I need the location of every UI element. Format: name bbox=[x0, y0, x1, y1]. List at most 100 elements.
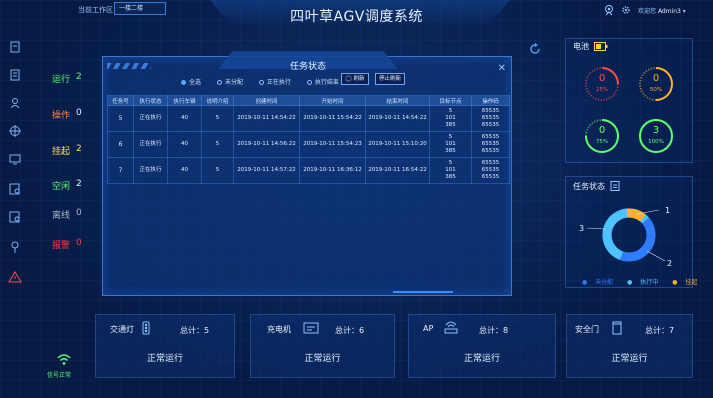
target-node: 5 bbox=[448, 134, 453, 140]
filter-finished[interactable]: 执行结束 bbox=[306, 77, 339, 86]
decor-line bbox=[393, 291, 453, 293]
document-edit-icon[interactable] bbox=[8, 40, 22, 54]
card-charger[interactable]: 充电机 总计：6 正常运行 bbox=[250, 314, 395, 378]
card-name: 安全门 bbox=[575, 325, 599, 334]
modal-title: 任务状态 bbox=[289, 62, 326, 72]
cell-target: 5 101 385 bbox=[429, 105, 472, 132]
card-total: 总计：6 bbox=[335, 326, 365, 335]
op-code: 65535 bbox=[481, 115, 500, 121]
col-target[interactable]: 目标节点 bbox=[429, 95, 472, 106]
col-task-id[interactable]: 任务号 bbox=[107, 95, 134, 106]
op-code: 65535 bbox=[481, 108, 500, 114]
target-icon[interactable] bbox=[8, 124, 22, 138]
task-status-modal: 任务状态 ✕ 全选 未分配 正在执行 执行结束 ◯ 刷新 停止刷新 任务号 执行… bbox=[102, 51, 512, 296]
radio-dot bbox=[306, 80, 312, 85]
user-badge-icon[interactable] bbox=[603, 4, 615, 16]
card-name: 充电机 bbox=[267, 325, 291, 334]
battery-gauge bbox=[639, 67, 673, 101]
cell-opcode: 65535 65535 65535 bbox=[471, 105, 510, 132]
task-status-title: 任务状态 bbox=[573, 182, 605, 191]
card-total: 总计：7 bbox=[645, 326, 675, 335]
col-start[interactable]: 开始时间 bbox=[299, 95, 366, 106]
welcome-text[interactable]: 欢迎您 Admin3 ▾ bbox=[638, 6, 686, 15]
donut-label-left: 3 bbox=[579, 224, 584, 233]
filter-unassigned[interactable]: 未分配 bbox=[216, 77, 243, 86]
cell-created: 2019-10-11 14:57:22 bbox=[233, 157, 300, 184]
card-traffic-light[interactable]: 交通灯 总计：5 正常运行 bbox=[95, 314, 235, 378]
status-label: 运行 bbox=[52, 75, 71, 85]
cell-status: 正在执行 bbox=[133, 157, 168, 184]
cell-vehicle: 40 bbox=[167, 157, 202, 184]
legend-label: 挂起 bbox=[685, 279, 698, 286]
col-desc[interactable]: 说明介绍 bbox=[201, 95, 234, 106]
cell-end: 2019-10-11 14:54:22 bbox=[365, 105, 430, 132]
refresh-button[interactable]: ◯ 刷新 bbox=[341, 73, 369, 85]
location-icon[interactable] bbox=[8, 240, 22, 254]
card-status: 正常运行 bbox=[463, 354, 500, 364]
cell-id: 5 bbox=[107, 105, 134, 132]
target-node: 385 bbox=[445, 122, 456, 128]
settings-file-icon[interactable] bbox=[8, 182, 22, 196]
legend-label: 未分配 bbox=[595, 279, 614, 286]
legend-item: ● 挂起 bbox=[672, 279, 698, 286]
refresh-icon[interactable] bbox=[528, 42, 542, 56]
username: Admin3 bbox=[657, 8, 681, 15]
cell-end: 2019-10-11 15:10:20 bbox=[365, 131, 430, 158]
gear-icon[interactable] bbox=[620, 4, 632, 16]
door-icon bbox=[612, 321, 622, 335]
stop-refresh-button[interactable]: 停止刷新 bbox=[375, 73, 405, 85]
cell-start: 2019-10-11 16:36:12 bbox=[299, 157, 366, 184]
cell-opcode: 65535 65535 65535 bbox=[471, 157, 510, 184]
user-manage-icon[interactable] bbox=[8, 96, 22, 110]
battery-icon bbox=[594, 42, 608, 51]
filter-all[interactable]: 全选 bbox=[181, 77, 201, 86]
cell-status: 正在执行 bbox=[133, 131, 168, 158]
warning-icon[interactable] bbox=[8, 270, 22, 284]
document-list-icon[interactable] bbox=[8, 68, 22, 82]
op-code: 65535 bbox=[481, 174, 500, 180]
cell-desc: 5 bbox=[201, 131, 234, 158]
col-opcode[interactable]: 操作码 bbox=[471, 95, 510, 106]
config-file-icon[interactable] bbox=[8, 210, 22, 224]
legend-item: ● 执行中 bbox=[627, 279, 659, 286]
table-row[interactable]: 6 正在执行 40 5 2019-10-11 14:56:22 2019-10-… bbox=[107, 131, 510, 158]
cell-start: 2019-10-11 15:54:22 bbox=[299, 105, 366, 132]
status-running: 运行 2 bbox=[52, 72, 82, 85]
task-donut-chart: 1 3 2 bbox=[579, 206, 672, 268]
battery-gauge bbox=[585, 119, 619, 153]
col-vehicle[interactable]: 执行车辆 bbox=[167, 95, 202, 106]
decor-stripes bbox=[107, 63, 151, 69]
col-end[interactable]: 结束时间 bbox=[365, 95, 430, 106]
filter-label: 全选 bbox=[189, 79, 202, 86]
status-label: 挂起 bbox=[52, 147, 71, 157]
table-row[interactable]: 7 正在执行 40 5 2019-10-11 14:57:22 2019-10-… bbox=[107, 157, 510, 184]
filter-label: 未分配 bbox=[224, 79, 243, 86]
target-node: 5 bbox=[448, 108, 453, 114]
donut-label-top: 1 bbox=[665, 206, 670, 215]
cell-start: 2019-10-11 15:54:23 bbox=[299, 131, 366, 158]
gauge-percent: 50% bbox=[649, 87, 663, 93]
col-created[interactable]: 创建时间 bbox=[233, 95, 300, 106]
table-row[interactable]: 5 正在执行 40 5 2019-10-11 14:54:22 2019-10-… bbox=[107, 105, 510, 132]
status-operation: 操作 0 bbox=[52, 108, 82, 121]
monitor-icon[interactable] bbox=[8, 152, 22, 166]
legend-item: ● 未分配 bbox=[582, 279, 614, 286]
close-icon[interactable]: ✕ bbox=[498, 63, 506, 74]
table-header-row: 任务号 执行状态 执行车辆 说明介绍 创建时间 开始时间 结束时间 目标节点 操… bbox=[107, 95, 510, 106]
cell-end: 2019-10-11 16:54:22 bbox=[365, 157, 430, 184]
gauge-percent: 100% bbox=[648, 139, 664, 145]
card-ap[interactable]: AP 总计：8 正常运行 bbox=[408, 314, 556, 378]
card-status: 正常运行 bbox=[611, 354, 648, 364]
status-value: 2 bbox=[76, 179, 82, 189]
card-status: 正常运行 bbox=[304, 354, 341, 364]
col-exec-status[interactable]: 执行状态 bbox=[133, 95, 168, 106]
target-node: 101 bbox=[445, 115, 456, 121]
op-code: 65535 bbox=[481, 134, 500, 140]
donut-legend: ● 未分配 ● 执行中 ● 挂起 bbox=[582, 277, 709, 286]
clipboard-icon bbox=[610, 181, 620, 191]
card-name: AP bbox=[423, 324, 434, 333]
filter-executing[interactable]: 正在执行 bbox=[258, 77, 291, 86]
card-safety-door[interactable]: 安全门 总计：7 正常运行 bbox=[566, 314, 693, 378]
battery-gauge bbox=[585, 67, 619, 101]
filter-radios: 全选 未分配 正在执行 执行结束 bbox=[181, 77, 353, 86]
